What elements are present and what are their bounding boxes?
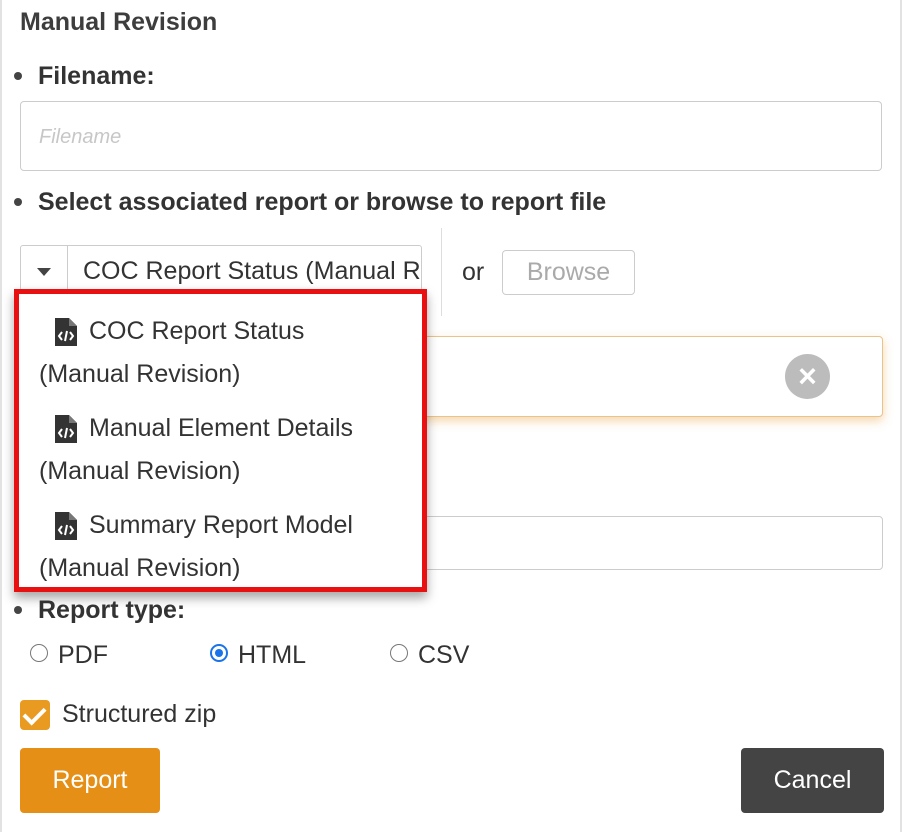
radio-label: HTML bbox=[238, 641, 307, 669]
filename-input[interactable]: Filename bbox=[20, 101, 882, 171]
bullet bbox=[14, 606, 22, 614]
code-file-icon bbox=[55, 318, 77, 346]
structured-zip-checkbox[interactable] bbox=[20, 700, 50, 730]
dropdown-option-coc-report-status[interactable]: COC Report Status (Manual Revision) bbox=[39, 310, 409, 396]
code-file-icon bbox=[55, 415, 77, 443]
bullet bbox=[14, 198, 22, 206]
radio-label: PDF bbox=[58, 641, 108, 669]
text-input[interactable] bbox=[400, 516, 883, 570]
chevron-down-icon bbox=[37, 268, 51, 276]
filename-label: Filename: bbox=[38, 62, 155, 90]
browse-button[interactable]: Browse bbox=[502, 250, 635, 295]
cancel-button[interactable]: Cancel bbox=[741, 748, 884, 813]
radio-button[interactable] bbox=[30, 644, 48, 662]
radio-label: CSV bbox=[418, 641, 470, 669]
structured-zip-label: Structured zip bbox=[62, 700, 217, 728]
or-label: or bbox=[462, 258, 485, 286]
option-subtitle: (Manual Revision) bbox=[39, 360, 241, 388]
option-title: Manual Element Details bbox=[89, 414, 354, 442]
code-file-icon bbox=[55, 512, 77, 540]
option-subtitle: (Manual Revision) bbox=[39, 457, 241, 485]
check-icon bbox=[22, 701, 47, 726]
report-type-label: Report type: bbox=[38, 596, 186, 624]
dialog-title: Manual Revision bbox=[20, 8, 218, 36]
option-subtitle: (Manual Revision) bbox=[39, 554, 241, 582]
dialog-left-edge bbox=[0, 0, 2, 832]
dropdown-option-manual-element-details[interactable]: Manual Element Details (Manual Revision) bbox=[39, 407, 409, 493]
radio-button[interactable] bbox=[390, 644, 408, 662]
selected-report: COC Report Status (Manual Revision) bbox=[83, 257, 421, 285]
report-dropdown: COC Report Status (Manual Revision) Manu… bbox=[14, 289, 427, 592]
radio-button[interactable] bbox=[210, 644, 228, 662]
associated-report-label: Select associated report or browse to re… bbox=[38, 188, 607, 216]
bullet bbox=[14, 72, 22, 80]
option-title: COC Report Status bbox=[89, 317, 305, 345]
clear-circle-icon[interactable]: × bbox=[785, 354, 830, 399]
divider bbox=[441, 228, 442, 316]
report-button[interactable]: Report bbox=[20, 748, 160, 813]
dropdown-option-summary-report-model[interactable]: Summary Report Model (Manual Revision) bbox=[39, 504, 409, 590]
filename-placeholder: Filename bbox=[39, 126, 122, 148]
option-title: Summary Report Model bbox=[89, 511, 353, 539]
